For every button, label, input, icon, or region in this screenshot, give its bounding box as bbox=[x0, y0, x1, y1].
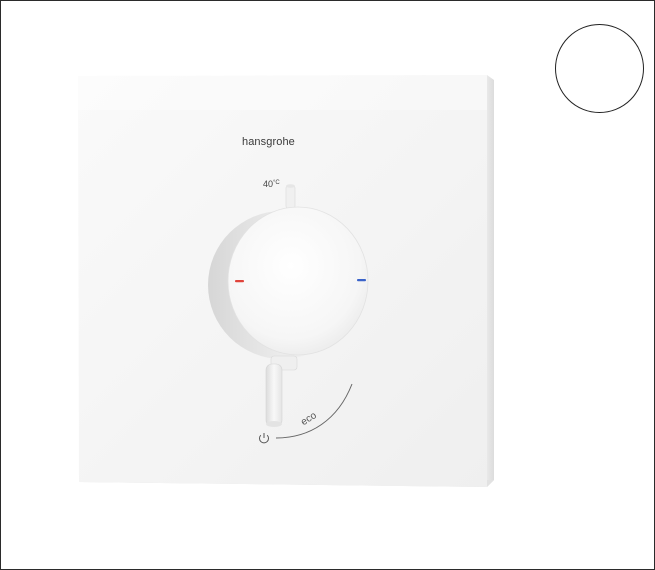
cold-indicator bbox=[357, 279, 366, 282]
temperature-label: 40°C bbox=[263, 179, 280, 189]
thermostat-product-image bbox=[78, 75, 494, 487]
brand-logo: hansgrohe bbox=[242, 136, 295, 148]
temperature-unit: °C bbox=[273, 180, 280, 186]
diverter-lever bbox=[265, 363, 283, 427]
temperature-value: 40 bbox=[263, 179, 274, 189]
thermostat-knob bbox=[228, 207, 368, 355]
plate-edge bbox=[487, 75, 494, 487]
top-stem bbox=[285, 185, 296, 209]
hot-indicator bbox=[235, 280, 244, 283]
